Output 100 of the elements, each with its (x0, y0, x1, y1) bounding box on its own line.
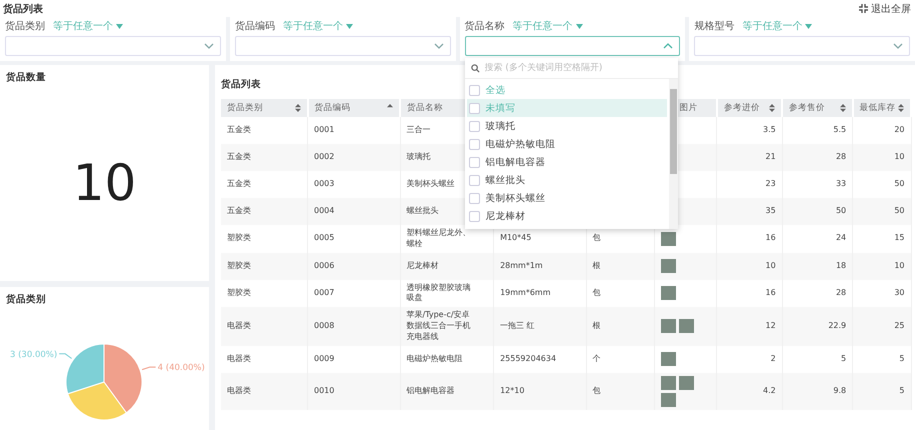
table-cell: 33 (836, 179, 846, 188)
chevron-down-icon (434, 43, 444, 49)
table-cell: 5 (899, 354, 904, 363)
column-header[interactable]: 最低库存 (852, 99, 911, 117)
filter-label: 货品编码 (234, 20, 275, 33)
table-cell: 螺丝批头 (406, 206, 439, 216)
table-cell: 10 (894, 260, 904, 270)
table-cell: 五金类 (227, 125, 251, 134)
photo-placeholder (660, 319, 676, 334)
table-cell: 3.5 (762, 125, 776, 134)
table-cell: 透明橡胶塑胶玻璃吸盘 (406, 282, 471, 302)
search-icon (470, 64, 480, 72)
exit-fullscreen-button[interactable]: 退出全屏 (859, 2, 911, 16)
table-cell: 0003 (314, 179, 334, 188)
card-title: 货品数量 (6, 71, 47, 84)
dropdown-option[interactable]: 玻璃托 (466, 117, 666, 135)
table-cell: 5 (841, 354, 846, 363)
checkbox[interactable] (468, 102, 480, 114)
table-cell: 24 (836, 233, 846, 242)
table-cell: 23 (766, 179, 776, 188)
table-cell: 0010 (314, 386, 334, 395)
table-cell: 个 (592, 354, 601, 363)
table-cell: 50 (894, 179, 904, 188)
table-cell: 9.8 (833, 386, 846, 395)
checkbox[interactable] (468, 156, 480, 168)
sort-icon[interactable] (294, 104, 300, 112)
collapse-icon (859, 4, 868, 13)
table-cell: 16 (766, 288, 776, 297)
sort-icon[interactable] (840, 104, 846, 112)
table-cell: 电器类 (227, 320, 251, 330)
dropdown-option[interactable]: 尼龙棒材 (466, 207, 666, 225)
table-cell: 铝电解电容器 (406, 386, 455, 395)
photo-placeholder (660, 352, 676, 366)
table-cell: 20 (894, 125, 904, 134)
filter-label: 货品名称 (464, 20, 504, 33)
photo-placeholder (678, 319, 694, 334)
filter-label: 规格型号 (694, 20, 734, 33)
select-field[interactable] (694, 36, 910, 56)
table-cell: 30 (894, 288, 904, 297)
slice-label: 3 (30.00%) (10, 350, 58, 360)
table-cell: 五金类 (227, 206, 251, 216)
select-field[interactable] (464, 36, 680, 56)
table-cell: 25 (894, 320, 904, 330)
dropdown-option[interactable]: 铝电解电容器 (466, 153, 666, 171)
checkbox[interactable] (468, 120, 480, 132)
dropdown-option[interactable]: 螺丝批头 (466, 171, 666, 189)
table-cell: 0002 (314, 152, 334, 162)
select-field[interactable] (234, 36, 450, 56)
table-cell: 电器类 (227, 386, 251, 395)
table-cell: 电磁炉热敏电阻 (406, 354, 463, 363)
dropdown-option[interactable]: 电磁炉热敏电阻 (466, 135, 666, 153)
table-cell: 0005 (314, 233, 334, 242)
sort-icon[interactable] (898, 104, 904, 112)
table-cell: 根 (592, 320, 601, 330)
table-cell: 三合一 (406, 125, 431, 134)
checkbox[interactable] (468, 192, 480, 204)
table-cell: 4.2 (762, 386, 776, 395)
table-cell: 0001 (314, 125, 334, 134)
column-header[interactable]: 参考进价 (716, 99, 782, 117)
table-cell: 21 (766, 152, 776, 162)
checkbox[interactable] (468, 138, 480, 150)
checkbox[interactable] (468, 174, 480, 186)
table-cell: 50 (894, 206, 904, 216)
table-cell: 28 (836, 288, 846, 297)
leader-line (142, 366, 156, 370)
column-header[interactable]: 货品类别 (221, 99, 308, 117)
card-title: 货品列表 (221, 78, 261, 91)
checkbox[interactable] (468, 84, 480, 96)
table-cell: 10 (894, 152, 904, 162)
leader-line (58, 353, 72, 359)
table-cell: 16 (766, 233, 776, 242)
table-cell: 12*10 (500, 386, 524, 395)
table-cell: 塑料螺丝尼龙外、螺栓 (406, 228, 471, 248)
table-cell: 0004 (314, 206, 334, 216)
photo-placeholder (660, 259, 676, 274)
checkbox[interactable] (468, 210, 480, 222)
table-cell: 18 (836, 260, 846, 270)
photo-placeholder (660, 376, 676, 390)
table-cell: 美制杯头螺丝 (406, 179, 455, 188)
table-cell: 塑胶类 (227, 260, 251, 270)
column-header[interactable]: 货品编码 (308, 99, 400, 117)
column-header[interactable]: 参考售价 (782, 99, 853, 117)
photo-placeholder (660, 232, 676, 246)
scrollbar[interactable] (668, 79, 678, 229)
sort-icon[interactable] (769, 104, 776, 112)
select-field[interactable] (5, 36, 221, 56)
table-cell: 25559204634 (500, 354, 556, 363)
filter-label: 货品类别 (5, 20, 45, 33)
table-cell: 5.5 (833, 125, 846, 134)
dropdown-option[interactable]: 美制杯头螺丝 (466, 189, 666, 207)
photo-placeholder (660, 286, 676, 300)
table-cell: 0007 (314, 288, 334, 297)
caret-down-icon (116, 24, 124, 29)
table-cell: 五金类 (227, 152, 251, 162)
table-cell: 5 (899, 386, 904, 395)
table-cell: 苹果/Type-c/安卓数据线三合一手机充电器线 (406, 310, 471, 341)
caret-down-icon (576, 24, 583, 29)
table-cell: 塑胶类 (227, 233, 251, 242)
table-cell: 12 (766, 320, 776, 330)
table-cell: 22.9 (828, 320, 846, 330)
